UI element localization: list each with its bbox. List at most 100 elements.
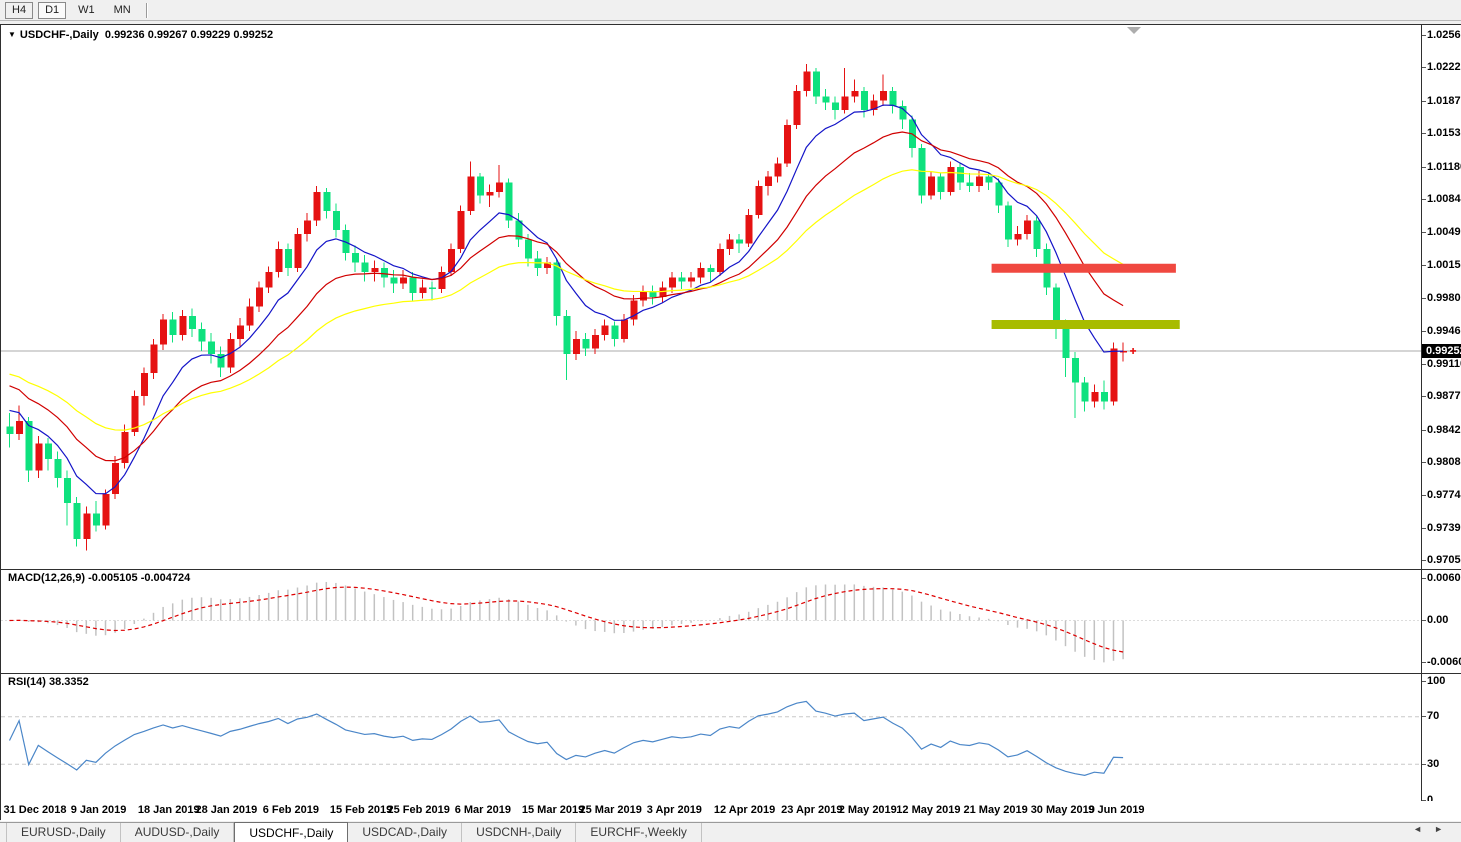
ma-fast-line [9,104,1124,495]
main-price-chart[interactable] [1,25,1421,569]
price-tick [1422,330,1426,332]
rsi-tick [1422,680,1426,682]
date-label: 28 Jan 2019 [195,804,258,816]
macd-tick [1422,620,1426,621]
price-tick-label: 1.00150 [1427,258,1461,271]
tab-scroll-right-icon[interactable]: ► [1434,824,1455,834]
macd-scale-label: 0.006058 [1427,572,1461,585]
date-label: 6 Feb 2019 [262,804,319,816]
price-tick [1422,100,1426,102]
rsi-scale-label: 70 [1427,710,1440,723]
panel-divider [1,569,1461,570]
date-label: 12 Apr 2019 [713,804,776,816]
price-tick [1422,67,1426,69]
date-label: 9 Jan 2019 [70,804,127,816]
date-label: 25 Mar 2019 [579,804,642,816]
tab-eurchf-weekly[interactable]: EURCHF-,Weekly [576,823,702,842]
macd-scale-label: -0.006096 [1427,655,1461,668]
chart-title: ▼ USDCHF-,Daily 0.99236 0.99267 0.99229 0… [8,29,273,41]
date-label: 31 Dec 2018 [3,804,67,816]
price-tick [1422,133,1426,135]
date-label: 9 Jun 2019 [1088,804,1145,816]
rsi-indicator-label: RSI(14) 38.3352 [8,676,89,688]
price-tick-label: 1.01530 [1427,127,1461,140]
price-tick [1422,35,1426,36]
rsi-tick [1422,716,1426,718]
date-label: 23 Apr 2019 [781,804,843,816]
macd-scale-label: 0.00 [1427,614,1449,626]
last-price-marker [1130,347,1137,354]
price-tick-label: 1.02220 [1427,61,1461,74]
tab-eurusd-daily[interactable]: EURUSD-,Daily [6,823,121,842]
price-tick [1422,560,1426,562]
date-label: 3 Apr 2019 [646,804,702,816]
timeframe-button-h4[interactable]: H4 [5,1,34,19]
price-scale-divider [1421,25,1422,801]
chart-symbol-label: USDCHF-,Daily [19,29,99,41]
date-label: 15 Feb 2019 [329,804,393,816]
price-tick-label: 1.02560 [1427,29,1461,41]
date-label: 12 May 2019 [896,804,961,816]
price-tick-label: 0.99110 [1427,358,1461,371]
price-tick-label: 0.98080 [1427,456,1461,469]
ma-slow-line [9,169,1124,431]
timeframe-button-w1[interactable]: W1 [71,2,102,19]
price-tick [1422,232,1426,234]
chart-tab-bar: EURUSD-,Daily AUDUSD-,Daily USDCHF-,Daily U… [0,822,1461,842]
ma-medium-line [9,131,1124,462]
price-tick [1422,494,1426,496]
price-tick [1422,364,1426,366]
macd-signal-line [9,586,1124,653]
price-tick-label: 1.01180 [1427,160,1461,173]
chart-dropdown-icon[interactable]: ▼ [8,30,16,39]
macd-histogram [18,581,1124,663]
price-tick-label: 0.99800 [1427,292,1461,305]
date-label: 30 May 2019 [1030,804,1095,816]
tab-scroll-left-icon[interactable]: ◄ [1413,824,1434,834]
macd-indicator-label: MACD(12,26,9) -0.005105 -0.004724 [8,572,191,584]
date-axis[interactable]: 31 Dec 2018 9 Jan 2019 18 Jan 2019 28 Jan 2… [1,801,1461,821]
chart-window: ▼ USDCHF-,Daily 0.99236 0.99267 0.99229 0… [0,24,1461,821]
price-tick-label: 0.99460 [1427,324,1461,337]
price-tick [1422,264,1426,266]
chart-shift-marker-icon[interactable] [1127,27,1141,34]
price-tick-label: 1.01870 [1427,94,1461,107]
chart-ohlc-values: 0.99236 0.99267 0.99229 0.99252 [104,29,274,41]
price-tick-label: 0.97740 [1427,488,1461,501]
panel-divider [1,673,1461,674]
rsi-scale-label: 100 [1427,674,1446,687]
price-tick [1422,462,1426,464]
date-label: 2 May 2019 [838,804,897,816]
timeframe-button-d1[interactable]: D1 [38,1,67,19]
rsi-scale-label: 30 [1427,757,1440,770]
price-tick [1422,199,1426,201]
price-tick-label: 0.97050 [1427,554,1461,567]
date-label: 21 May 2019 [963,804,1028,816]
price-tick-label: 0.97390 [1427,522,1461,535]
mt4-window: H4 D1 W1 MN ▼ USDCHF-,Daily 0.99236 0.99267 … [0,0,1461,842]
tab-usdchf-daily[interactable]: USDCHF-,Daily [234,822,349,842]
tab-nav-arrows: ◄► [1413,824,1455,834]
macd-tick [1422,578,1426,580]
macd-tick [1422,661,1426,663]
date-label: 15 Mar 2019 [521,804,585,816]
price-tick [1422,396,1426,398]
tab-audusd-daily[interactable]: AUDUSD-,Daily [121,823,235,842]
toolbar-separator [145,2,148,18]
price-tick-label: 0.98420 [1427,423,1461,436]
price-tick-label: 0.98770 [1427,390,1461,403]
price-tick [1422,298,1426,300]
tab-usdcad-daily[interactable]: USDCAD-,Daily [348,823,463,842]
timeframe-toolbar: H4 D1 W1 MN [0,0,1461,21]
timeframe-button-mn[interactable]: MN [107,2,138,19]
rsi-panel[interactable] [1,674,1421,801]
date-label: 6 Mar 2019 [454,804,511,816]
rsi-tick [1422,763,1426,765]
tab-usdcnh-daily[interactable]: USDCNH-,Daily [462,823,577,842]
date-label: 25 Feb 2019 [387,804,450,816]
candles-layer [6,64,1128,551]
price-tick [1422,429,1426,431]
price-tick-label: 1.00490 [1427,226,1461,239]
price-tick [1422,528,1426,530]
macd-panel[interactable] [1,570,1421,673]
